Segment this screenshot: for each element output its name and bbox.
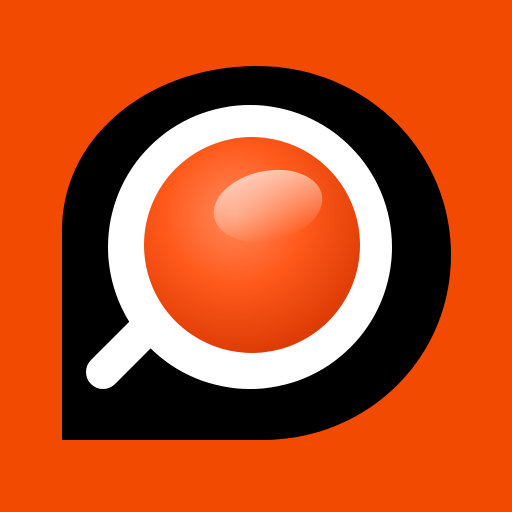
app-icon [0, 0, 512, 512]
magnifier-lens [144, 137, 360, 353]
search-bubble-icon [0, 0, 512, 512]
